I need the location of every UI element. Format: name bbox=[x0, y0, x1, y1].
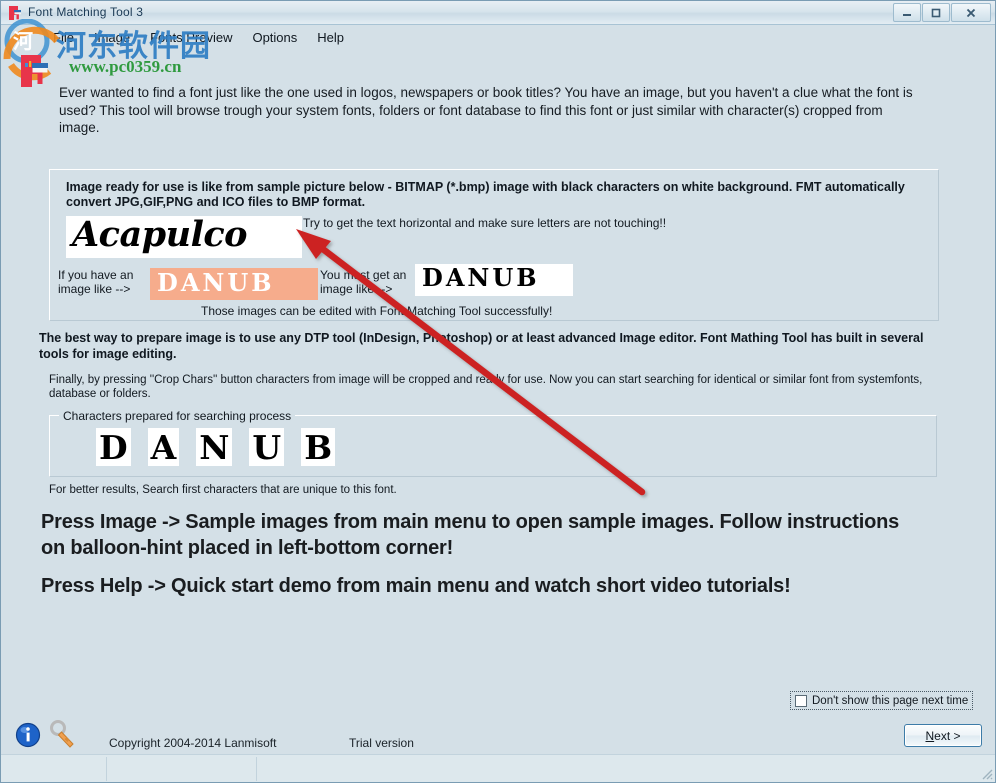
char-glyph: B bbox=[304, 427, 333, 467]
best-way-paragraph: The best way to prepare image is to use … bbox=[39, 331, 924, 361]
status-cell-1 bbox=[106, 757, 107, 781]
menu-item-options[interactable]: Options bbox=[242, 29, 307, 46]
app-logo bbox=[17, 53, 51, 89]
char-glyph: A bbox=[150, 427, 177, 467]
minimize-button[interactable] bbox=[893, 3, 921, 22]
title-bar: Font Matching Tool 3 bbox=[1, 1, 995, 25]
app-icon bbox=[7, 5, 23, 21]
next-button-label: Next > bbox=[925, 729, 960, 743]
sample-panel-note: Image ready for use is like from sample … bbox=[66, 180, 905, 209]
better-results-note: For better results, Search first charact… bbox=[49, 484, 397, 496]
acapulco-sample-text: Acapulco bbox=[72, 216, 248, 255]
resize-grip[interactable] bbox=[979, 766, 993, 780]
cta-press-help: Press Help -> Quick start demo from main… bbox=[41, 575, 791, 597]
menu-bar: File Image Fonts Preview Options Help bbox=[1, 26, 995, 48]
dont-show-again-label: Don't show this page next time bbox=[812, 694, 969, 707]
char-glyph: U bbox=[252, 427, 282, 467]
maximize-button[interactable] bbox=[922, 3, 950, 22]
sample-image-panel: Image ready for use is like from sample … bbox=[49, 169, 939, 321]
menu-item-image[interactable]: Image bbox=[84, 29, 140, 46]
watermark-url: www.pc0359.cn bbox=[69, 57, 182, 76]
intro-paragraph: Ever wanted to find a font just like the… bbox=[59, 85, 913, 135]
dont-show-again-checkbox-container[interactable]: Don't show this page next time bbox=[790, 691, 973, 710]
char-glyph: N bbox=[199, 427, 230, 467]
trial-version-text: Trial version bbox=[349, 736, 414, 750]
window-controls bbox=[893, 3, 991, 22]
char-tile[interactable]: D bbox=[96, 428, 131, 466]
danub-salmon-sample-image: DANUB bbox=[150, 268, 318, 300]
char-tile[interactable]: U bbox=[249, 427, 285, 467]
hint-keep-horizontal: Try to get the text horizontal and make … bbox=[303, 216, 667, 230]
status-bar bbox=[1, 754, 995, 782]
prepared-characters-panel: D A N U B bbox=[49, 415, 937, 477]
danub-salmon-text: DANUB bbox=[157, 268, 275, 297]
menu-item-help[interactable]: Help bbox=[307, 29, 354, 46]
key-icon[interactable] bbox=[49, 719, 81, 749]
cta-press-image: Press Image -> Sample images from main m… bbox=[41, 511, 900, 559]
char-tile[interactable]: B bbox=[301, 427, 336, 467]
next-button-suffix: ext > bbox=[934, 728, 961, 743]
char-glyph: D bbox=[99, 427, 128, 467]
label-if-you-have: If you have an image like --> bbox=[58, 268, 134, 296]
menu-item-file[interactable]: File bbox=[43, 29, 84, 46]
label-you-must-get: You must get an image like --> bbox=[320, 268, 407, 296]
crop-chars-note: Finally, by pressing ''Crop Chars'' butt… bbox=[49, 374, 923, 400]
hint-images-editable: Those images can be edited with Font Mat… bbox=[201, 304, 553, 318]
char-tile[interactable]: A bbox=[147, 427, 180, 467]
danub-bw-sample-image: DANUB bbox=[415, 264, 573, 296]
close-button[interactable] bbox=[951, 3, 991, 22]
window-title: Font Matching Tool 3 bbox=[28, 5, 144, 19]
acapulco-sample-image: Acapulco bbox=[66, 216, 302, 258]
menu-item-fonts-preview[interactable]: Fonts Preview bbox=[140, 29, 242, 46]
application-window: Font Matching Tool 3 File Image Fonts Pr… bbox=[0, 0, 996, 783]
char-tile[interactable]: N bbox=[196, 427, 233, 467]
copyright-text: Copyright 2004-2014 Lanmisoft bbox=[109, 736, 277, 750]
prepared-characters-row: D A N U B bbox=[96, 427, 336, 467]
next-button-accel: N bbox=[925, 728, 935, 743]
danub-bw-text: DANUB bbox=[422, 264, 540, 292]
dont-show-again-checkbox[interactable] bbox=[795, 694, 807, 707]
next-button[interactable]: Next > bbox=[904, 724, 982, 747]
info-icon[interactable] bbox=[15, 722, 41, 748]
prepared-characters-legend: Characters prepared for searching proces… bbox=[59, 409, 296, 423]
status-cell-2 bbox=[256, 757, 257, 781]
